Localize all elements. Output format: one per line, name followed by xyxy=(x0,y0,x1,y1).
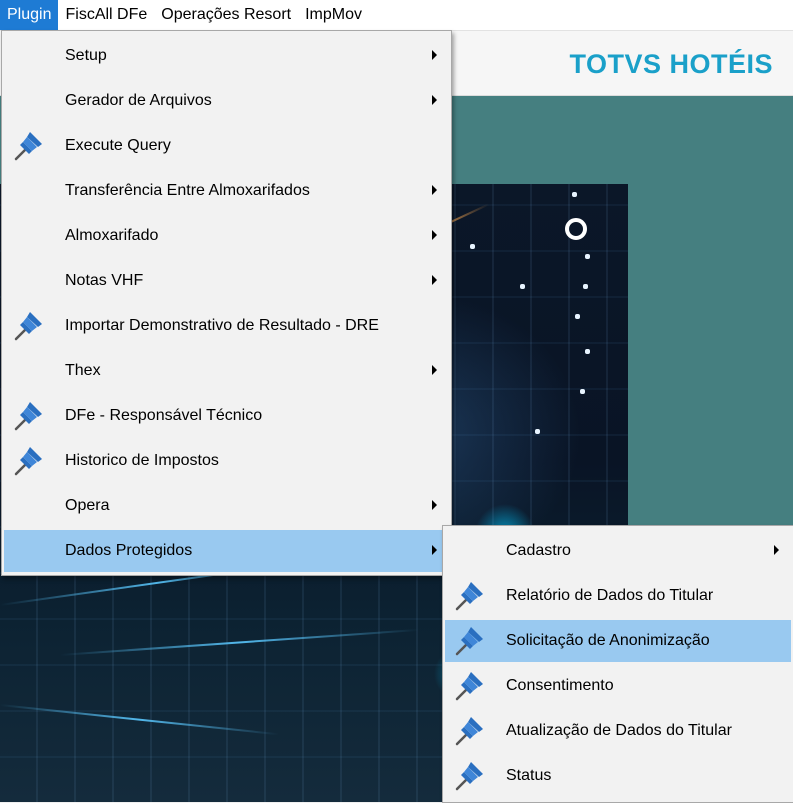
menu-item-label: DFe - Responsável Técnico xyxy=(65,407,263,424)
menu-item-label: Notas VHF xyxy=(65,272,144,289)
menu-item-historico-de-impostos[interactable]: Historico de Impostos xyxy=(4,440,449,482)
submenu-arrow-icon xyxy=(432,95,437,105)
pin-icon xyxy=(451,758,487,794)
menu-item-label: Gerador de Arquivos xyxy=(65,92,212,109)
menu-item-notas-vhf[interactable]: Notas VHF xyxy=(4,260,449,302)
plugin-dropdown-menu: Setup Gerador de Arquivos Execute Query Tra… xyxy=(1,30,452,576)
menu-item-label: Relatório de Dados do Titular xyxy=(506,587,714,604)
submenu-arrow-icon xyxy=(432,50,437,60)
menu-item-opera[interactable]: Opera xyxy=(4,485,449,527)
menu-item-label: Status xyxy=(506,767,552,784)
menu-item-cadastro[interactable]: Cadastro xyxy=(445,530,791,572)
menu-item-label: Importar Demonstrativo de Resultado - DR… xyxy=(65,317,379,334)
menu-item-thex[interactable]: Thex xyxy=(4,350,449,392)
menu-item-label: Transferência Entre Almoxarifados xyxy=(65,182,310,199)
menu-item-dfe-responsavel-tecnico[interactable]: DFe - Responsável Técnico xyxy=(4,395,449,437)
menu-item-solicitacao-de-anonimizacao[interactable]: Solicitação de Anonimização xyxy=(445,620,791,662)
menu-item-label: Solicitação de Anonimização xyxy=(506,632,710,649)
menu-item-label: Atualização de Dados do Titular xyxy=(506,722,732,739)
submenu-arrow-icon xyxy=(432,230,437,240)
menu-item-setup[interactable]: Setup xyxy=(4,35,449,77)
menu-item-consentimento[interactable]: Consentimento xyxy=(445,665,791,707)
brand-logo: TOTVS HOTÉIS xyxy=(569,49,773,79)
submenu-arrow-icon xyxy=(774,545,779,555)
menu-item-label: Almoxarifado xyxy=(65,227,159,244)
menu-fiscall-dfe[interactable]: FiscAll DFe xyxy=(58,0,154,30)
pin-icon xyxy=(451,668,487,704)
logo-ring-icon xyxy=(565,218,587,240)
menu-item-label: Dados Protegidos xyxy=(65,542,193,559)
menu-item-label: Thex xyxy=(65,362,101,379)
menu-item-importar-demonstrativo-de-resultado-dre[interactable]: Importar Demonstrativo de Resultado - DR… xyxy=(4,305,449,347)
menu-item-label: Consentimento xyxy=(506,677,614,694)
pin-icon xyxy=(10,443,46,479)
menu-item-atualizacao-de-dados-do-titular[interactable]: Atualização de Dados do Titular xyxy=(445,710,791,752)
menu-item-dados-protegidos[interactable]: Dados Protegidos xyxy=(4,530,449,572)
pin-icon xyxy=(10,308,46,344)
menu-operacoes-resort[interactable]: Operações Resort xyxy=(154,0,298,30)
menu-item-label: Execute Query xyxy=(65,137,171,154)
submenu-arrow-icon xyxy=(432,545,437,555)
pin-icon xyxy=(451,623,487,659)
menu-item-almoxarifado[interactable]: Almoxarifado xyxy=(4,215,449,257)
dados-protegidos-submenu: Cadastro Relatório de Dados do Titular Sol… xyxy=(442,525,793,803)
menu-item-execute-query[interactable]: Execute Query xyxy=(4,125,449,167)
pin-icon xyxy=(10,128,46,164)
menu-item-label: Historico de Impostos xyxy=(65,452,219,469)
menu-item-gerador-de-arquivos[interactable]: Gerador de Arquivos xyxy=(4,80,449,122)
menu-impmov[interactable]: ImpMov xyxy=(298,0,369,30)
submenu-arrow-icon xyxy=(432,500,437,510)
menu-bar: Plugin FiscAll DFe Operações Resort ImpM… xyxy=(0,0,793,31)
submenu-arrow-icon xyxy=(432,275,437,285)
menu-item-relatorio-de-dados-do-titular[interactable]: Relatório de Dados do Titular xyxy=(445,575,791,617)
menu-item-transferencia-entre-almoxarifados[interactable]: Transferência Entre Almoxarifados xyxy=(4,170,449,212)
menu-item-status[interactable]: Status xyxy=(445,755,791,797)
submenu-arrow-icon xyxy=(432,365,437,375)
menu-item-label: Opera xyxy=(65,497,110,514)
menu-item-label: Setup xyxy=(65,47,107,64)
menu-plugin[interactable]: Plugin xyxy=(0,0,59,30)
pin-icon xyxy=(10,398,46,434)
submenu-arrow-icon xyxy=(432,185,437,195)
menu-item-label: Cadastro xyxy=(506,542,571,559)
pin-icon xyxy=(451,713,487,749)
pin-icon xyxy=(451,578,487,614)
